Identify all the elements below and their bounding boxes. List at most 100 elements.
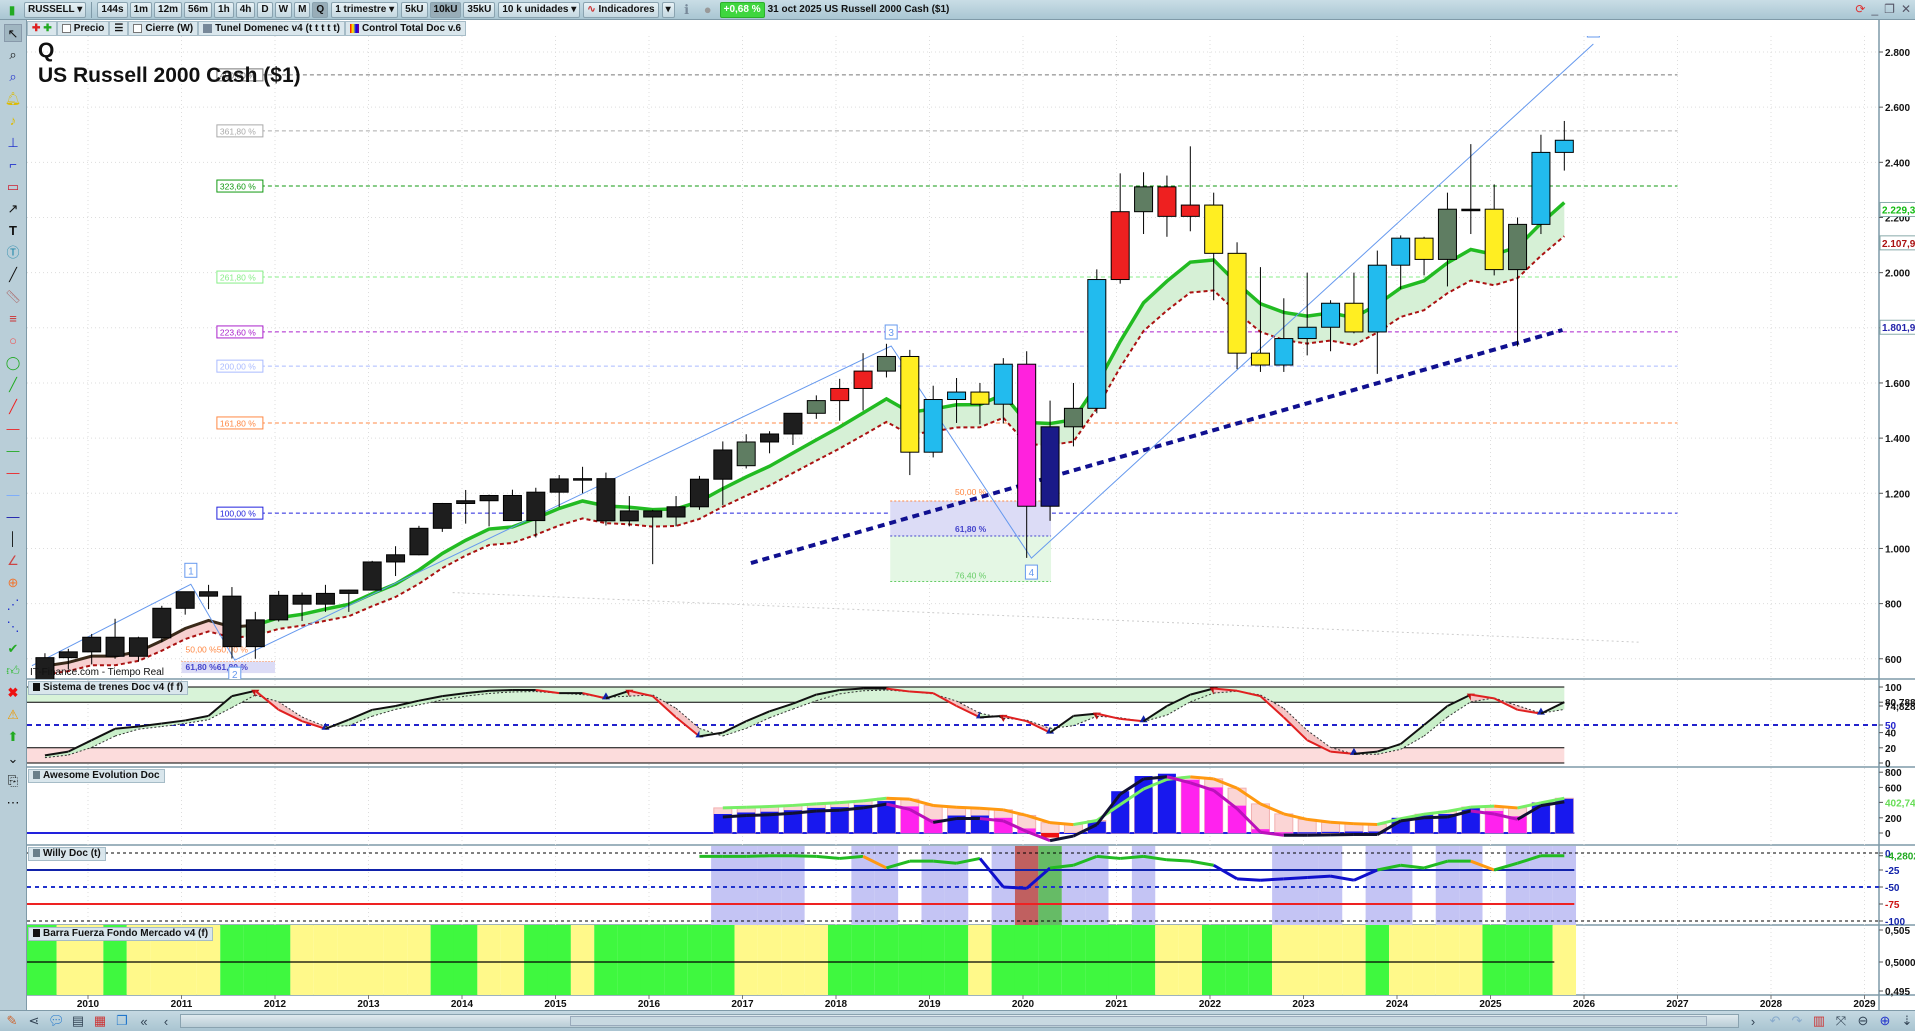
green-line-icon[interactable]: ╱ [4,376,22,394]
arrow-icon[interactable]: ↗ [4,200,22,218]
legend-add-remove[interactable]: ✚ ✚ [27,21,57,36]
ruler-icon[interactable]: 📏︎ [4,288,22,306]
close-icon[interactable]: ✕ [1901,2,1911,16]
awesome-axis-label: 800 [1885,768,1902,779]
legend-cierre[interactable]: Cierre (W) [128,21,199,36]
checkbox[interactable] [61,24,71,33]
timeframe-12m[interactable]: 12m [154,1,183,18]
horizontal-scrollbar[interactable] [180,1014,1739,1028]
undo-icon[interactable]: ↶ [1767,1013,1783,1029]
layout-icon[interactable]: ▦ [92,1013,108,1029]
legend-tunel[interactable]: Tunel Domenec v4 (t t t t t) [198,21,345,36]
remove-icon[interactable]: ✚ [32,22,40,35]
zoom-icon[interactable]: ⌕ [4,46,22,64]
panel-title-barra[interactable]: Barra Fuerza Fondo Mercado v4 (f) [28,927,214,941]
legend-control[interactable]: Control Total Doc v.6 [344,21,467,36]
cross-icon[interactable]: ✖ [4,684,22,702]
timeframe-D[interactable]: D [257,1,273,18]
panel-title-sistema[interactable]: Sistema de trenes Doc v4 (f f) [28,681,189,695]
scrollbar-thumb[interactable] [570,1016,1707,1026]
zoom-out-icon[interactable]: ⊖ [1855,1013,1871,1029]
circle-icon[interactable]: ○ [4,332,22,350]
panel-title-awesome[interactable]: Awesome Evolution Doc [28,769,165,783]
red-line-icon[interactable]: ╱ [4,398,22,416]
timeframe-4h[interactable]: 4h [235,1,256,18]
scroll-start-icon[interactable]: « [136,1014,152,1029]
rectangle-icon[interactable]: ▭ [4,178,22,196]
more-icon[interactable]: ⋯ [4,794,22,812]
scroll-right-icon[interactable]: › [1745,1014,1761,1029]
up-arrow-icon[interactable]: ⬆ [4,728,22,746]
restore-icon[interactable]: ❐ [1884,2,1895,16]
vertical-line-icon[interactable]: │ [4,530,22,548]
candle [1391,235,1411,290]
legend-list-icon[interactable]: ☰ [109,21,129,36]
comment-icon[interactable]: 💬︎ [48,1013,65,1029]
thumbs-up-icon[interactable]: 👍︎ [4,662,22,680]
timeframe-M[interactable]: M [294,1,311,18]
period-select[interactable]: 1 trimestre ▾ [331,1,399,18]
text-circle-icon[interactable]: Ⓣ [4,244,22,262]
auto-scale-icon[interactable]: ⤧ [1833,1013,1849,1029]
abcd-icon[interactable]: ⋱ [4,618,22,636]
timeframe-1m[interactable]: 1m [129,1,153,18]
timeframe-144s[interactable]: 144s [97,1,128,18]
unit-35kU[interactable]: 35kU [463,1,496,18]
warning-icon[interactable]: ⚠ [4,706,22,724]
info-icon[interactable]: ℹ [678,1,696,19]
unit-5kU[interactable]: 5kU [401,1,428,18]
light-blue-hline-icon[interactable]: — [4,486,22,504]
blue-hline-icon[interactable]: — [4,508,22,526]
unit-10kU[interactable]: 10kU [429,1,462,18]
add-icon[interactable]: ✚ [43,22,51,35]
alert-bell-icon[interactable]: 🔔︎ [4,90,22,108]
horizontal-line-icon[interactable]: ⊥ [4,134,22,152]
pointer-icon[interactable]: ↖ [4,24,22,42]
candle-body [1157,186,1177,217]
minimize-icon[interactable]: _ [1871,2,1878,16]
share-icon[interactable]: ⋖ [26,1013,42,1029]
bell-icon[interactable]: ♪ [4,112,22,130]
fibonacci-icon[interactable]: ≡ [4,310,22,328]
report-icon[interactable]: ▤ [70,1013,86,1029]
zoom-box-icon[interactable]: ⌕ [4,68,22,86]
refresh-icon[interactable]: ⟳ [1855,2,1865,16]
ruler-down-icon[interactable]: ⇣ [1899,1013,1915,1029]
timeframe-W[interactable]: W [274,1,293,18]
symbol-select[interactable]: RUSSELL ▾ [24,1,87,18]
chart-canvas[interactable]: 2010 2011 2012 2013 2014 2015 2016 2017 2018 2019… [0,0,1915,1031]
windows-icon[interactable]: ❐ [114,1013,130,1029]
checkbox[interactable] [133,24,143,33]
redo-icon[interactable]: ↷ [1789,1013,1805,1029]
check-icon[interactable]: ✔ [4,640,22,658]
units-select[interactable]: 10 k unidades ▾ [498,1,581,18]
zoom-in-icon[interactable]: ⊕ [1877,1013,1893,1029]
indicators-button[interactable]: ∿ Indicadores [583,1,659,18]
segment-icon[interactable]: ⌐ [4,156,22,174]
elliott-wave-icon[interactable]: ⋰ [4,596,22,614]
red-hline-2-icon[interactable]: — [4,464,22,482]
scroll-left-icon[interactable]: ‹ [158,1014,174,1029]
panel-title-willy[interactable]: Willy Doc (t) [28,847,106,861]
scroll-down-icon[interactable]: ⌄ [4,750,22,768]
ellipse-icon[interactable]: ◯ [4,354,22,372]
legend-precio[interactable]: Precio [56,21,110,36]
candle [853,353,873,411]
barra-segment [827,925,852,995]
red-hline-icon[interactable]: — [4,420,22,438]
angle-icon[interactable]: ∠ [4,552,22,570]
indicators-dropdown[interactable]: ▾ [661,1,675,18]
timeframe-56m[interactable]: 56m [184,1,213,18]
candle-settings-icon[interactable]: ▥ [1811,1013,1827,1029]
target-icon[interactable]: ⊕ [4,574,22,592]
green-hline-icon[interactable]: — [4,442,22,460]
chart-type-icon[interactable]: ▮ [3,1,21,19]
year-label: 2025 [1479,999,1502,1010]
templates-icon[interactable]: ⎘ [4,772,22,790]
timeframe-Q[interactable]: Q [312,1,329,18]
willy-line [1307,874,1331,879]
line-icon[interactable]: ╱ [4,266,22,284]
text-icon[interactable]: T [4,222,22,240]
timeframe-1h[interactable]: 1h [214,1,234,18]
edit-pencil-icon[interactable]: ✎ [4,1013,20,1029]
